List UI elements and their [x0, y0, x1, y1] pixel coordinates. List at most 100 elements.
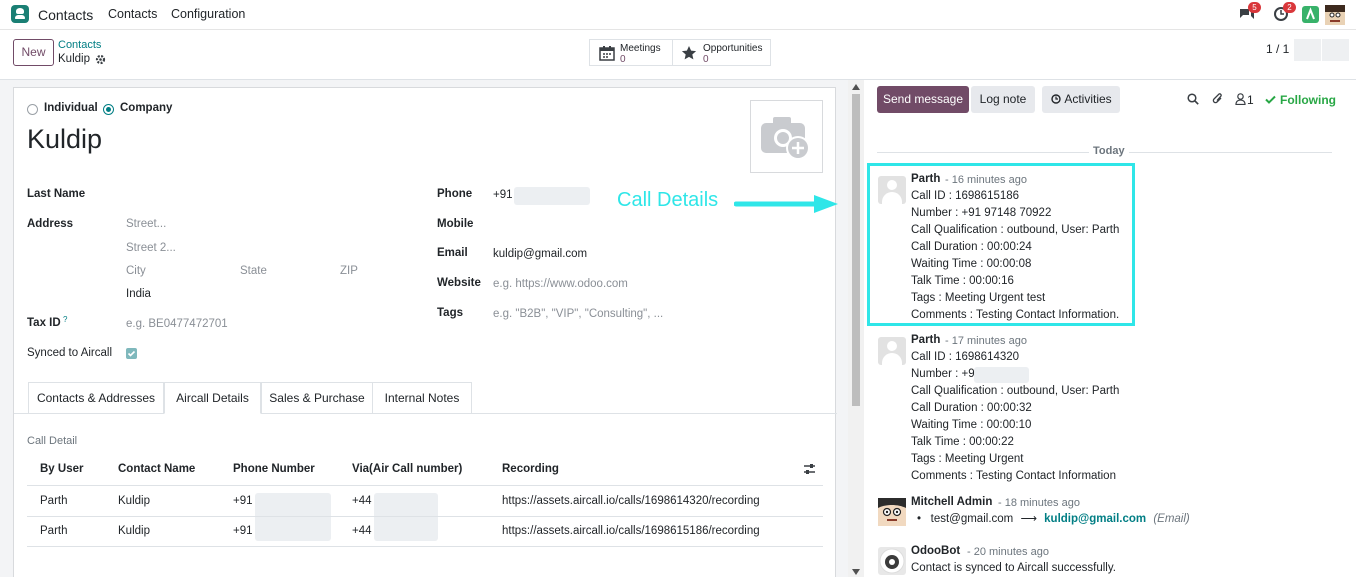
control-panel: New Contacts Kuldip Meetings 0 Opportuni… [0, 30, 1356, 80]
pager-prev-button[interactable] [1294, 39, 1321, 61]
new-button[interactable]: New [13, 39, 54, 66]
old-value: test@gmail.com [930, 513, 1014, 525]
menu-contacts[interactable]: Contacts [108, 7, 157, 21]
message-author[interactable]: OdooBot [911, 545, 960, 557]
website-input[interactable]: e.g. https://www.odoo.com [493, 278, 628, 290]
clock-icon [1051, 94, 1061, 104]
gear-icon[interactable] [95, 54, 106, 65]
scrollbar-thumb[interactable] [852, 94, 860, 406]
phone-redacted [255, 493, 331, 541]
message-body: Contact is synced to Aircall successfull… [911, 562, 1116, 574]
chat-icon[interactable]: 5 [1239, 2, 1261, 21]
radio-company[interactable] [103, 104, 114, 115]
company-icon[interactable] [1302, 6, 1319, 23]
call-details-highlight [867, 163, 1135, 326]
paperclip-icon[interactable] [1212, 92, 1224, 106]
contact-name[interactable]: Kuldip [27, 124, 102, 155]
send-message-button[interactable]: Send message [877, 86, 969, 113]
city-input[interactable]: City [126, 265, 146, 277]
avatar[interactable] [878, 498, 906, 526]
opportunities-label: Opportunities [703, 43, 763, 54]
tab-contacts-addresses[interactable]: Contacts & Addresses [28, 382, 164, 414]
meetings-smart-button[interactable]: Meetings 0 [589, 39, 673, 66]
breadcrumb-contacts[interactable]: Contacts [58, 39, 101, 51]
activity-badge: 2 [1283, 2, 1296, 13]
cell-recording[interactable]: https://assets.aircall.io/calls/16986151… [502, 525, 760, 537]
avatar[interactable] [878, 337, 906, 365]
opportunities-count: 0 [703, 54, 709, 65]
user-avatar[interactable] [1325, 5, 1345, 25]
number-redacted [974, 367, 1029, 383]
message-time: - 17 minutes ago [945, 335, 1027, 347]
synced-checkbox[interactable] [126, 348, 137, 359]
pager-next-button[interactable] [1322, 39, 1349, 61]
tax-help-icon[interactable]: ? [63, 315, 67, 324]
activities-button[interactable]: Activities [1042, 86, 1120, 113]
field-name: (Email) [1153, 513, 1190, 525]
label-individual[interactable]: Individual [44, 102, 98, 114]
col-recording[interactable]: Recording [502, 463, 559, 475]
form-scrollbar[interactable] [848, 80, 864, 577]
email-input[interactable]: kuldip@gmail.com [493, 248, 587, 260]
followers-icon[interactable] [1235, 93, 1246, 105]
cell-contact: Kuldip [118, 495, 150, 507]
tags-input[interactable]: e.g. "B2B", "VIP", "Consulting", ... [493, 308, 663, 320]
odoobot-avatar[interactable] [878, 547, 906, 575]
opportunities-smart-button[interactable]: Opportunities 0 [672, 39, 771, 66]
address-label: Address [27, 218, 74, 230]
street2-input[interactable]: Street 2... [126, 242, 176, 254]
radio-individual[interactable] [27, 104, 38, 115]
street-input[interactable]: Street... [126, 218, 166, 230]
table-header-border [27, 485, 823, 486]
chat-badge: 5 [1248, 2, 1261, 13]
tab-aircall-details[interactable]: Aircall Details [164, 382, 261, 414]
tax-id-label: Tax ID [27, 317, 61, 329]
arrow-right-icon [734, 195, 838, 213]
label-company[interactable]: Company [120, 102, 172, 114]
zip-input[interactable]: ZIP [340, 265, 358, 277]
column-settings-icon[interactable] [803, 463, 816, 478]
country-select[interactable]: India [126, 288, 151, 300]
app-title[interactable]: Contacts [38, 7, 93, 23]
following-button[interactable]: Following [1280, 93, 1336, 107]
state-input[interactable]: State [240, 265, 267, 277]
today-label: Today [1089, 145, 1129, 157]
tab-internal-notes[interactable]: Internal Notes [372, 382, 472, 414]
cell-recording[interactable]: https://assets.aircall.io/calls/16986143… [502, 495, 760, 507]
scroll-down-icon[interactable] [852, 569, 860, 575]
col-via[interactable]: Via(Air Call number) [352, 463, 462, 475]
message-time: - 18 minutes ago [998, 497, 1080, 509]
message-author[interactable]: Parth [911, 334, 940, 346]
meetings-count: 0 [620, 54, 626, 65]
top-navbar: Contacts Contacts Configuration 5 2 [0, 0, 1356, 30]
log-note-button[interactable]: Log note [971, 86, 1035, 113]
phone-input[interactable]: +91 [493, 189, 513, 201]
row-divider [27, 546, 823, 547]
message-author[interactable]: Mitchell Admin [911, 496, 992, 508]
tracking-value: • test@gmail.com ⟶ kuldip@gmail.com (Ema… [917, 513, 1190, 525]
pager-value[interactable]: 1 / 1 [1266, 42, 1289, 56]
contacts-app-icon[interactable] [11, 5, 29, 23]
clock-icon[interactable]: 2 [1274, 2, 1296, 21]
col-phone-number[interactable]: Phone Number [233, 463, 315, 475]
cell-via: +44 [352, 525, 372, 537]
cell-user: Parth [40, 525, 68, 537]
tags-label: Tags [437, 307, 463, 319]
tab-sales-purchase[interactable]: Sales & Purchase [261, 382, 373, 414]
followers-count[interactable]: 1 [1247, 93, 1254, 107]
arrow-icon: ⟶ [1020, 513, 1037, 525]
new-value: kuldip@gmail.com [1044, 513, 1147, 525]
col-by-user[interactable]: By User [40, 463, 83, 475]
cell-contact: Kuldip [118, 525, 150, 537]
scroll-up-icon[interactable] [852, 84, 860, 90]
phone-redacted [514, 187, 590, 205]
check-icon [1265, 95, 1276, 104]
search-icon[interactable] [1187, 93, 1199, 105]
calendar-icon [599, 45, 615, 64]
activities-label: Activities [1064, 92, 1112, 106]
tax-id-input[interactable]: e.g. BE0477472701 [126, 318, 228, 330]
menu-configuration[interactable]: Configuration [171, 7, 245, 21]
cell-user: Parth [40, 495, 68, 507]
col-contact-name[interactable]: Contact Name [118, 463, 195, 475]
photo-upload[interactable] [750, 100, 823, 173]
